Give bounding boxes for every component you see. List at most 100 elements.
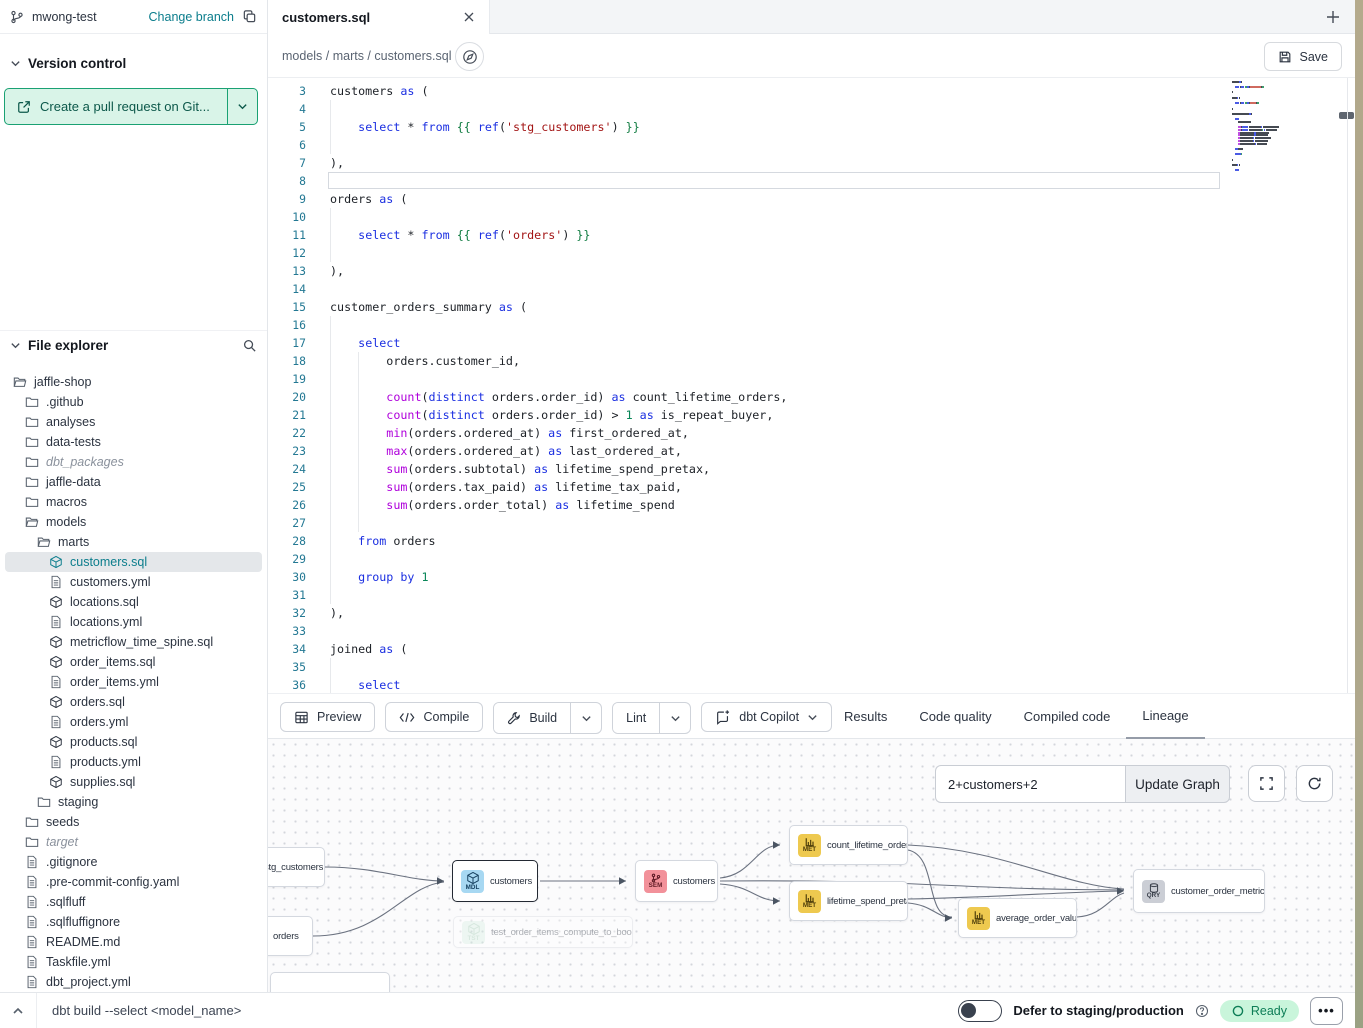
file-tree-item-metricflow-time-spine-sql[interactable]: metricflow_time_spine.sql — [5, 632, 262, 652]
version-control-header[interactable]: Version control — [0, 44, 136, 83]
code-line-11[interactable]: 11 select * from {{ ref('orders') }} — [268, 226, 1355, 244]
tab-results[interactable]: Results — [828, 694, 903, 739]
build-button[interactable]: Build — [494, 703, 570, 733]
search-icon[interactable] — [242, 338, 257, 353]
compass-icon[interactable] — [455, 42, 484, 71]
code-line-22[interactable]: 22 min(orders.ordered_at) as first_order… — [268, 424, 1355, 442]
tab-code-quality[interactable]: Code quality — [903, 694, 1007, 739]
compile-button[interactable]: Compile — [385, 702, 483, 732]
pr-dropdown-chevron[interactable] — [227, 89, 257, 124]
file-tree-item-order-items-sql[interactable]: order_items.sql — [5, 652, 262, 672]
file-tree-item-supplies-sql[interactable]: supplies.sql — [5, 772, 262, 792]
lineage-node-lifetime-spend-pretax[interactable]: METlifetime_spend_pretax — [789, 881, 908, 921]
code-line-19[interactable]: 19 — [268, 370, 1355, 388]
code-line-29[interactable]: 29 — [268, 550, 1355, 568]
file-tree-item--sqlfluff[interactable]: .sqlfluff — [5, 892, 262, 912]
code-line-14[interactable]: 14 — [268, 280, 1355, 298]
lineage-node-count-lifetime-orders[interactable]: METcount_lifetime_orders — [789, 825, 908, 865]
file-tree-item-orders-sql[interactable]: orders.sql — [5, 692, 262, 712]
file-tree-item--sqlfluffignore[interactable]: .sqlfluffignore — [5, 912, 262, 932]
code-editor[interactable]: 23customers as (45 select * from {{ ref(… — [268, 78, 1355, 693]
file-tree-item--github[interactable]: .github — [5, 392, 262, 412]
minimap[interactable] — [1232, 78, 1322, 228]
file-tree-item-jaffle-data[interactable]: jaffle-data — [5, 472, 262, 492]
code-line-8[interactable]: 8 — [268, 172, 1355, 190]
file-tree-item-products-yml[interactable]: products.yml — [5, 752, 262, 772]
create-pr-button[interactable]: Create a pull request on Git... — [4, 88, 258, 125]
file-tree-item-models[interactable]: models — [5, 512, 262, 532]
code-line-9[interactable]: 9orders as ( — [268, 190, 1355, 208]
code-line-27[interactable]: 27 — [268, 514, 1355, 532]
file-tree-item--pre-commit-config-yaml[interactable]: .pre-commit-config.yaml — [5, 872, 262, 892]
file-tree-item-readme-md[interactable]: README.md — [5, 932, 262, 952]
update-graph-button[interactable]: Update Graph — [1125, 765, 1230, 803]
refresh-icon[interactable] — [1296, 765, 1333, 802]
code-line-21[interactable]: 21 count(distinct orders.order_id) > 1 a… — [268, 406, 1355, 424]
dbt-copilot-button[interactable]: dbt Copilot — [701, 702, 832, 732]
code-line-36[interactable]: 36 select — [268, 676, 1355, 693]
file-tree-item-macros[interactable]: macros — [5, 492, 262, 512]
code-line-3[interactable]: 3customers as ( — [268, 82, 1355, 100]
code-line-32[interactable]: 32), — [268, 604, 1355, 622]
file-tree-item-customers-sql[interactable]: customers.sql — [5, 552, 262, 572]
close-icon[interactable] — [463, 11, 475, 23]
code-line-16[interactable]: 16 — [268, 316, 1355, 334]
code-line-17[interactable]: 17 select — [268, 334, 1355, 352]
file-tree-item-seeds[interactable]: seeds — [5, 812, 262, 832]
lineage-node-customers[interactable]: MDLcustomers — [452, 860, 538, 902]
file-tree-item-staging[interactable]: staging — [5, 792, 262, 812]
change-branch-link[interactable]: Change branch — [149, 10, 234, 24]
code-line-35[interactable]: 35 — [268, 658, 1355, 676]
code-line-20[interactable]: 20 count(distinct orders.order_id) as co… — [268, 388, 1355, 406]
code-line-10[interactable]: 10 — [268, 208, 1355, 226]
file-tree-item-taskfile-yml[interactable]: Taskfile.yml — [5, 952, 262, 972]
code-line-34[interactable]: 34joined as ( — [268, 640, 1355, 658]
tab-compiled-code[interactable]: Compiled code — [1008, 694, 1127, 739]
file-tree-item-customers-yml[interactable]: customers.yml — [5, 572, 262, 592]
code-line-28[interactable]: 28 from orders — [268, 532, 1355, 550]
file-tree-item-marts[interactable]: marts — [5, 532, 262, 552]
file-tree-item-data-tests[interactable]: data-tests — [5, 432, 262, 452]
code-line-23[interactable]: 23 max(orders.ordered_at) as last_ordere… — [268, 442, 1355, 460]
code-line-12[interactable]: 12 — [268, 244, 1355, 262]
code-line-5[interactable]: 5 select * from {{ ref('stg_customers') … — [268, 118, 1355, 136]
defer-toggle[interactable] — [958, 1000, 1002, 1022]
file-tree-item-orders-yml[interactable]: orders.yml — [5, 712, 262, 732]
chevron-up-icon[interactable] — [0, 1005, 36, 1017]
lint-dropdown-chevron[interactable] — [659, 703, 690, 733]
file-tree-item-products-sql[interactable]: products.sql — [5, 732, 262, 752]
code-line-4[interactable]: 4 — [268, 100, 1355, 118]
code-line-24[interactable]: 24 sum(orders.subtotal) as lifetime_spen… — [268, 460, 1355, 478]
build-dropdown-chevron[interactable] — [570, 703, 601, 733]
new-tab-icon[interactable] — [1323, 7, 1343, 27]
code-line-25[interactable]: 25 sum(orders.tax_paid) as lifetime_tax_… — [268, 478, 1355, 496]
lineage-node-customer-order-metrics[interactable]: QRYcustomer_order_metrics — [1133, 869, 1265, 913]
help-icon[interactable] — [1195, 1004, 1209, 1018]
save-button[interactable]: Save — [1264, 42, 1343, 71]
tab-customers-sql[interactable]: customers.sql — [268, 0, 490, 34]
code-line-18[interactable]: 18 orders.customer_id, — [268, 352, 1355, 370]
file-tree-item-dbt-project-yml[interactable]: dbt_project.yml — [5, 972, 262, 992]
file-tree-item-analyses[interactable]: analyses — [5, 412, 262, 432]
file-explorer-header[interactable]: File explorer — [0, 330, 267, 360]
fullscreen-icon[interactable] — [1248, 765, 1285, 802]
preview-button[interactable]: Preview — [280, 702, 375, 732]
lint-button[interactable]: Lint — [613, 703, 659, 733]
more-menu-button[interactable]: ••• — [1310, 997, 1343, 1025]
code-line-7[interactable]: 7), — [268, 154, 1355, 172]
file-tree-item-jaffle-shop[interactable]: jaffle-shop — [5, 372, 262, 392]
code-line-26[interactable]: 26 sum(orders.order_total) as lifetime_s… — [268, 496, 1355, 514]
file-tree-item-order-items-yml[interactable]: order_items.yml — [5, 672, 262, 692]
lineage-node-partial[interactable] — [270, 972, 390, 992]
code-line-33[interactable]: 33 — [268, 622, 1355, 640]
file-tree-item-locations-yml[interactable]: locations.yml — [5, 612, 262, 632]
lineage-node-orders[interactable]: orders — [268, 916, 313, 956]
tab-lineage[interactable]: Lineage — [1126, 694, 1204, 739]
lineage-node-test-order-items-compute-to-bools-[interactable]: TSTtest_order_items_compute_to_bools... — [453, 916, 633, 948]
command-input[interactable]: dbt build --select <model_name> — [36, 993, 958, 1028]
code-line-31[interactable]: 31 — [268, 586, 1355, 604]
code-line-30[interactable]: 30 group by 1 — [268, 568, 1355, 586]
code-line-13[interactable]: 13), — [268, 262, 1355, 280]
copy-icon[interactable] — [242, 9, 257, 24]
file-tree-item-locations-sql[interactable]: locations.sql — [5, 592, 262, 612]
